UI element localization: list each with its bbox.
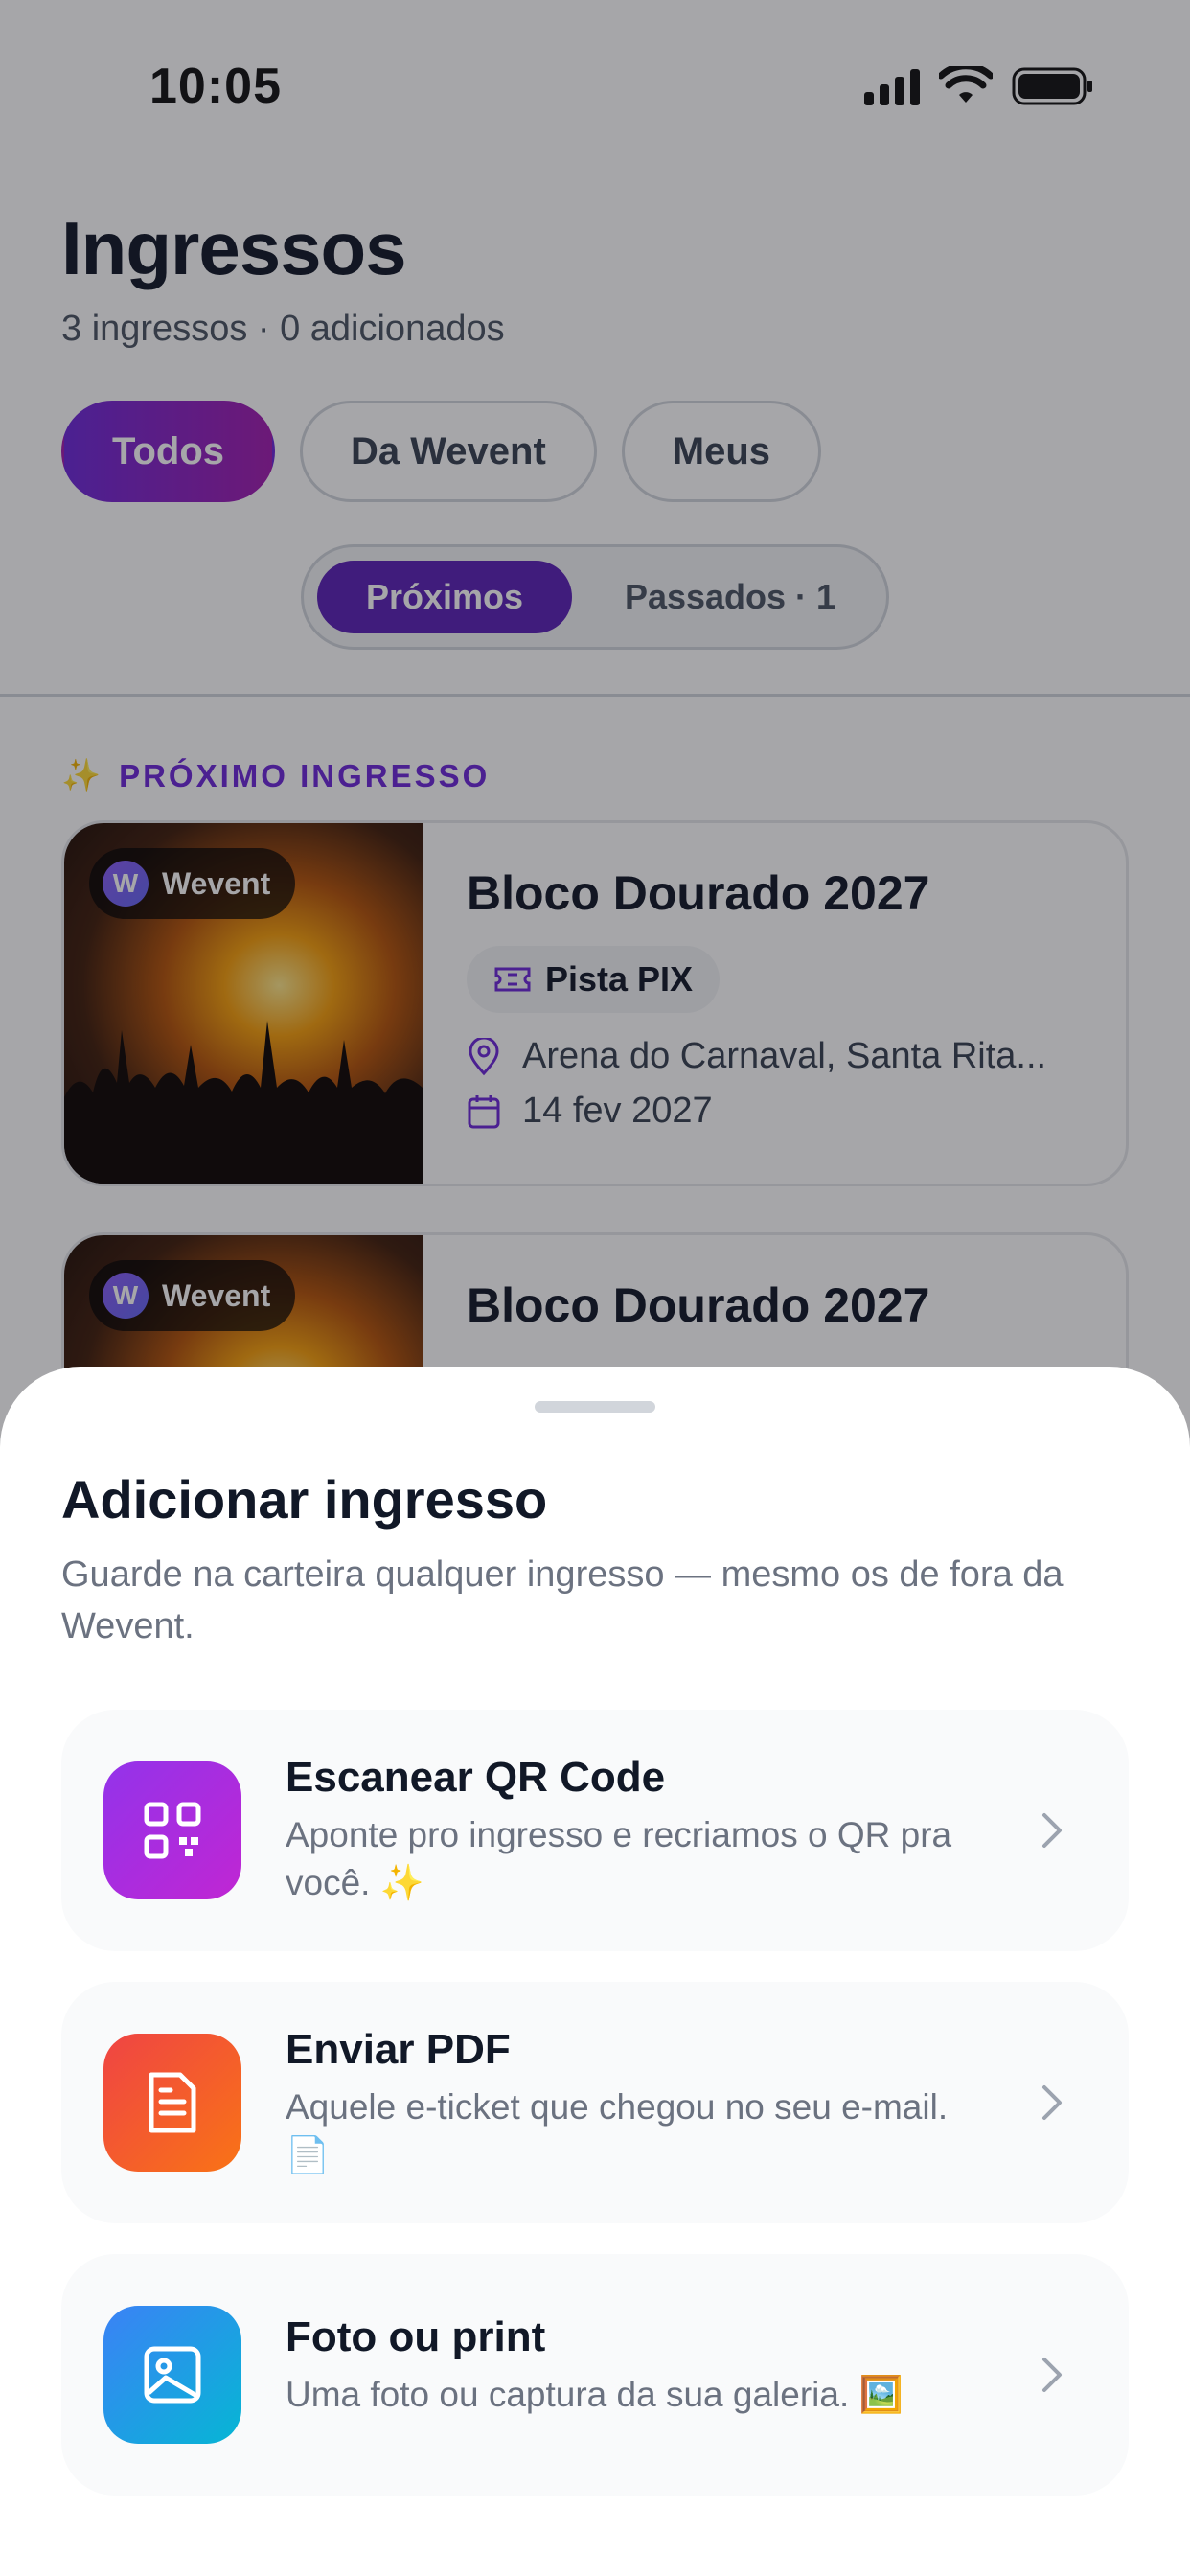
option-upload-pdf[interactable]: Enviar PDF Aquele e-ticket que chegou no… xyxy=(61,1982,1129,2223)
option-title: Foto ou print xyxy=(286,2313,546,2360)
sheet-subtitle: Guarde na carteira qualquer ingresso — m… xyxy=(61,1554,1064,1646)
chevron-right-icon xyxy=(1025,2348,1079,2402)
chevron-right-icon xyxy=(1025,2076,1079,2129)
sheet-title: Adicionar ingresso xyxy=(61,1469,548,1530)
option-title: Escanear QR Code xyxy=(286,1754,666,1801)
option-description: Aquele e-ticket que chegou no seu e-mail… xyxy=(286,2087,949,2174)
option-title: Enviar PDF xyxy=(286,2026,511,2073)
qr-code-icon xyxy=(103,1761,241,1899)
option-text: Enviar PDF Aquele e-ticket que chegou no… xyxy=(286,2026,975,2179)
option-text: Escanear QR Code Aponte pro ingresso e r… xyxy=(286,1754,975,1907)
image-icon xyxy=(103,2306,241,2444)
option-scan-qr[interactable]: Escanear QR Code Aponte pro ingresso e r… xyxy=(61,1710,1129,1951)
sheet-grabber[interactable] xyxy=(535,1401,655,1413)
option-description: Uma foto ou captura da sua galeria. 🖼️ xyxy=(286,2375,904,2414)
option-description: Aponte pro ingresso e recriamos o QR pra… xyxy=(286,1815,952,1902)
document-icon xyxy=(103,2034,241,2172)
add-ticket-sheet: Adicionar ingresso Guarde na carteira qu… xyxy=(0,1367,1190,2576)
screen: 10:05 Ingressos 3 ingressos · 0 adiciona… xyxy=(0,0,1190,2576)
chevron-right-icon xyxy=(1025,1804,1079,1857)
option-text: Foto ou print Uma foto ou captura da sua… xyxy=(286,2313,975,2419)
option-photo[interactable]: Foto ou print Uma foto ou captura da sua… xyxy=(61,2254,1129,2496)
